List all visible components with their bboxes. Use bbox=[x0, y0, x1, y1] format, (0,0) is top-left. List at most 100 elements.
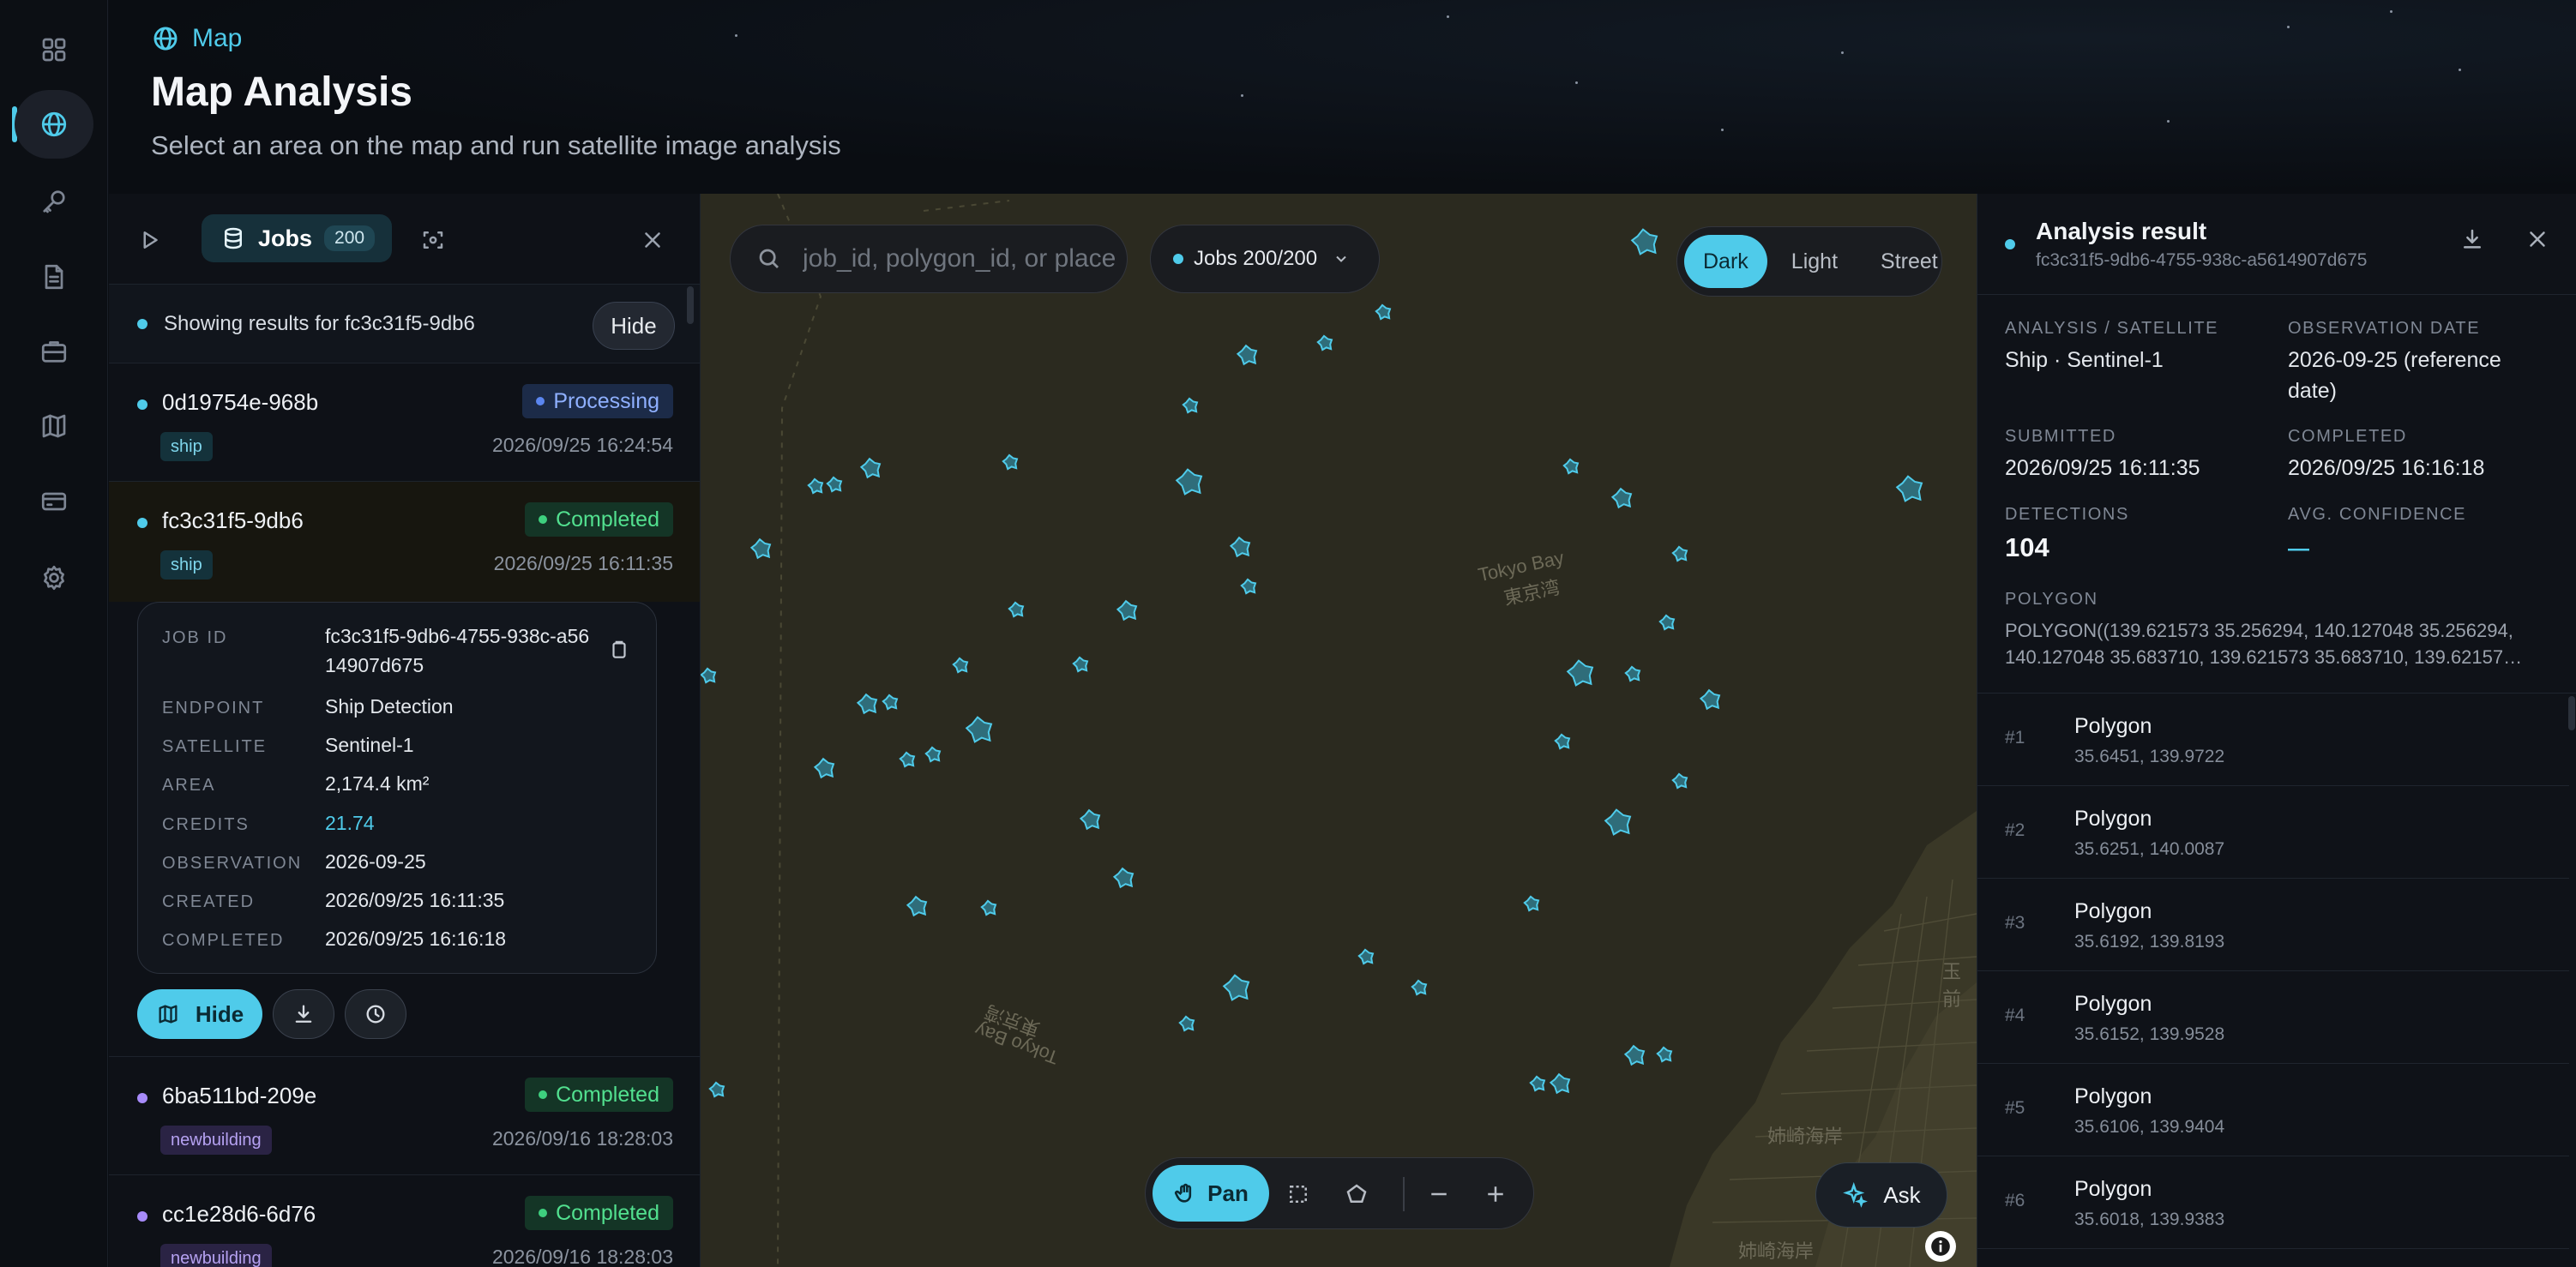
detection-marker[interactable] bbox=[882, 694, 899, 711]
detection-marker[interactable] bbox=[1658, 614, 1676, 631]
nav-jobs[interactable] bbox=[15, 317, 93, 386]
nav-map-analysis[interactable] bbox=[15, 90, 93, 159]
detection-marker[interactable] bbox=[1671, 545, 1688, 562]
detection-marker[interactable] bbox=[1178, 1015, 1195, 1032]
detection-marker[interactable] bbox=[965, 716, 993, 743]
polygon-row[interactable]: #2 Polygon 35.6251, 140.0087 bbox=[1977, 786, 2569, 879]
scrollbar[interactable] bbox=[687, 286, 694, 324]
detection-marker[interactable] bbox=[1529, 1075, 1546, 1092]
zoom-in-button[interactable] bbox=[1480, 1179, 1511, 1210]
result-title: Analysis result bbox=[2036, 218, 2207, 244]
style-dark[interactable]: Dark bbox=[1684, 235, 1767, 288]
job-row-selected[interactable]: fc3c31f5-9db6 Completed ship 2026/09/25 … bbox=[109, 482, 700, 602]
job-row[interactable]: cc1e28d6-6d76 Completed newbuilding 2026… bbox=[109, 1175, 700, 1267]
result-download-button[interactable] bbox=[2459, 226, 2485, 256]
close-panel-button[interactable] bbox=[637, 225, 668, 255]
detection-marker[interactable] bbox=[1072, 656, 1089, 673]
detection-marker[interactable] bbox=[1229, 536, 1251, 558]
detection-marker[interactable] bbox=[1523, 895, 1540, 912]
detection-marker[interactable] bbox=[906, 895, 928, 917]
detection-marker[interactable] bbox=[1656, 1046, 1673, 1063]
result-close-button[interactable] bbox=[2525, 226, 2550, 256]
history-button[interactable] bbox=[345, 989, 406, 1039]
run-button[interactable] bbox=[135, 225, 166, 255]
detection-marker[interactable] bbox=[899, 751, 916, 768]
polygon-row[interactable]: #1 Polygon 35.6451, 139.9722 bbox=[1977, 694, 2569, 786]
hide-on-map-button[interactable]: Hide bbox=[137, 989, 262, 1039]
pan-tool-button[interactable]: Pan bbox=[1153, 1165, 1269, 1222]
style-light[interactable]: Light bbox=[1773, 235, 1857, 288]
style-street[interactable]: Street bbox=[1862, 235, 1957, 288]
detection-marker[interactable] bbox=[1549, 1072, 1571, 1095]
job-row[interactable]: 0d19754e-968b Processing ship 2026/09/25… bbox=[109, 363, 700, 482]
detection-layer bbox=[701, 228, 1923, 1098]
nav-billing[interactable] bbox=[15, 467, 93, 536]
polygon-row[interactable]: #5 Polygon 35.6106, 139.9404 bbox=[1977, 1064, 2569, 1156]
detection-marker[interactable] bbox=[1357, 948, 1375, 965]
attribution-info-button[interactable] bbox=[1925, 1231, 1956, 1262]
detection-marker[interactable] bbox=[952, 657, 969, 674]
detection-marker[interactable] bbox=[1222, 974, 1250, 1001]
detection-marker[interactable] bbox=[1623, 1044, 1646, 1066]
detection-marker[interactable] bbox=[708, 1081, 725, 1098]
detection-marker[interactable] bbox=[1316, 334, 1333, 351]
detection-marker[interactable] bbox=[1562, 458, 1580, 475]
map-canvas[interactable]: Tokyo Bay 東京湾 姉崎海岸 姉崎海岸 玉前 東京湾 Tokyo Bay… bbox=[701, 194, 1977, 1267]
detection-marker[interactable] bbox=[807, 477, 824, 495]
breadcrumb[interactable]: Map bbox=[151, 24, 242, 53]
detection-marker[interactable] bbox=[1610, 487, 1633, 509]
hide-filter-button[interactable]: Hide bbox=[593, 302, 675, 350]
detection-marker[interactable] bbox=[1604, 808, 1632, 836]
nav-maps[interactable] bbox=[15, 392, 93, 460]
copy-button[interactable] bbox=[608, 639, 630, 665]
detection-marker[interactable] bbox=[1699, 688, 1721, 711]
jobs-filter-dropdown[interactable]: Jobs 200/200 bbox=[1150, 225, 1380, 293]
nav-settings[interactable] bbox=[15, 543, 93, 612]
job-tag: newbuilding bbox=[160, 1126, 272, 1155]
detection-marker[interactable] bbox=[1671, 772, 1688, 790]
detection-marker[interactable] bbox=[1411, 979, 1428, 996]
capture-button[interactable] bbox=[418, 225, 448, 255]
detection-marker[interactable] bbox=[1112, 867, 1135, 889]
tab-jobs[interactable]: Jobs 200 bbox=[202, 214, 392, 262]
detection-marker[interactable] bbox=[701, 667, 717, 684]
detection-marker[interactable] bbox=[826, 476, 843, 493]
detection-marker[interactable] bbox=[1375, 303, 1392, 321]
detection-marker[interactable] bbox=[1566, 659, 1594, 687]
nav-documents[interactable] bbox=[15, 243, 93, 311]
detection-marker[interactable] bbox=[1008, 601, 1025, 618]
search-input[interactable] bbox=[803, 244, 1120, 273]
detection-marker[interactable] bbox=[859, 457, 882, 479]
polygon-select-button[interactable] bbox=[1341, 1179, 1372, 1210]
polygon-row[interactable]: #3 Polygon 35.6192, 139.8193 bbox=[1977, 879, 2569, 971]
rectangle-select-button[interactable] bbox=[1283, 1179, 1314, 1210]
detection-marker[interactable] bbox=[1624, 665, 1641, 682]
polygon-row[interactable]: #4 Polygon 35.6152, 139.9528 bbox=[1977, 971, 2569, 1064]
detection-marker[interactable] bbox=[924, 746, 942, 763]
detection-marker[interactable] bbox=[980, 899, 997, 916]
detection-marker[interactable] bbox=[856, 693, 878, 715]
detection-marker[interactable] bbox=[1240, 578, 1257, 595]
nav-api-keys[interactable] bbox=[15, 167, 93, 236]
polygon-row[interactable]: #6 Polygon 35.6018, 139.9383 bbox=[1977, 1156, 2569, 1249]
zoom-out-button[interactable] bbox=[1423, 1179, 1454, 1210]
detection-marker[interactable] bbox=[1630, 228, 1658, 255]
detection-marker[interactable] bbox=[1079, 808, 1101, 831]
detection-marker[interactable] bbox=[1002, 453, 1019, 471]
ask-button[interactable]: Ask bbox=[1815, 1162, 1947, 1228]
job-dot bbox=[137, 1093, 147, 1103]
detection-marker[interactable] bbox=[1175, 468, 1203, 495]
map-search-box[interactable] bbox=[730, 225, 1128, 293]
detection-marker[interactable] bbox=[1182, 397, 1199, 414]
download-button[interactable] bbox=[273, 989, 334, 1039]
detection-marker[interactable] bbox=[813, 757, 835, 779]
scrollbar[interactable] bbox=[2568, 696, 2575, 730]
detection-marker[interactable] bbox=[749, 537, 772, 560]
job-row[interactable]: 6ba511bd-209e Completed newbuilding 2026… bbox=[109, 1057, 700, 1175]
nav-dashboard[interactable] bbox=[15, 15, 93, 84]
detection-marker[interactable] bbox=[1895, 475, 1923, 502]
detection-marker[interactable] bbox=[1116, 599, 1138, 621]
chevron-down-icon bbox=[1336, 255, 1346, 262]
detection-marker[interactable] bbox=[1236, 344, 1258, 366]
detection-marker[interactable] bbox=[1554, 733, 1571, 750]
